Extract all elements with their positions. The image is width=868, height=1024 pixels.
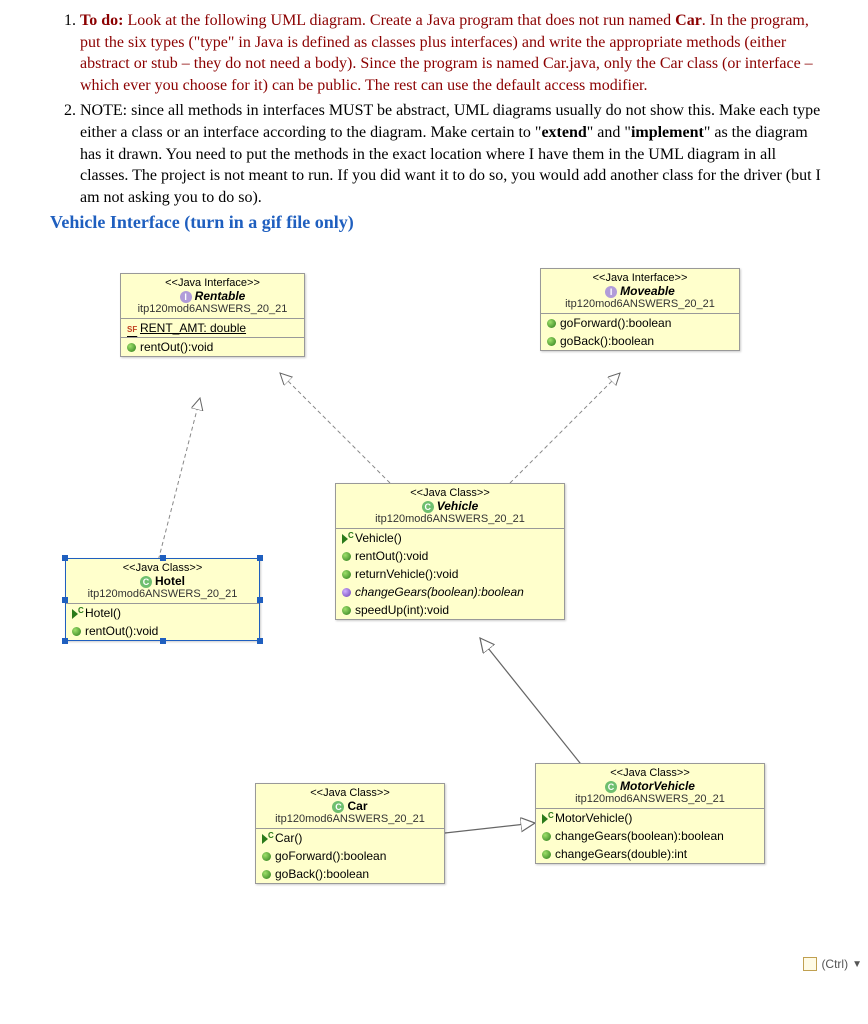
uml-op: goBack():boolean — [256, 865, 444, 883]
uml-op: MotorVehicle() — [536, 809, 764, 827]
uml-op: changeGears(double):int — [536, 845, 764, 863]
class-icon: C — [605, 781, 617, 793]
constructor-icon — [542, 814, 551, 823]
uml-diagram: <<Java Interface>> IRentable itp120mod6A… — [50, 253, 868, 973]
method-icon — [262, 870, 271, 879]
uml-motorvehicle[interactable]: <<Java Class>> CMotorVehicle itp120mod6A… — [535, 763, 765, 864]
interface-icon: I — [605, 286, 617, 298]
todo-label: To do: — [80, 12, 123, 29]
uml-car[interactable]: <<Java Class>> CCar itp120mod6ANSWERS_20… — [255, 783, 445, 884]
uml-moveable[interactable]: <<Java Interface>> IMoveable itp120mod6A… — [540, 268, 740, 351]
uml-op: rentOut():void — [336, 547, 564, 565]
method-icon — [262, 852, 271, 861]
method-icon — [342, 552, 351, 561]
method-icon — [542, 832, 551, 841]
clipboard-icon — [803, 957, 817, 971]
class-icon: C — [332, 801, 344, 813]
uml-op: rentOut():void — [121, 338, 304, 356]
uml-vehicle[interactable]: <<Java Class>> CVehicle itp120mod6ANSWER… — [335, 483, 565, 620]
car-bold: Car — [675, 12, 702, 29]
abstract-method-icon — [342, 588, 351, 597]
uml-op: changeGears(boolean):boolean — [336, 583, 564, 601]
uml-op: goForward():boolean — [541, 314, 739, 332]
section-heading: Vehicle Interface (turn in a gif file on… — [50, 212, 828, 233]
method-icon — [72, 627, 81, 636]
instruction-2: NOTE: since all methods in interfaces MU… — [80, 100, 828, 208]
uml-op: goForward():boolean — [256, 847, 444, 865]
method-icon — [342, 606, 351, 615]
static-field-icon — [127, 324, 136, 333]
method-icon — [547, 337, 556, 346]
uml-op: changeGears(boolean):boolean — [536, 827, 764, 845]
uml-op: goBack():boolean — [541, 332, 739, 350]
uml-hotel[interactable]: <<Java Class>> CHotel itp120mod6ANSWERS_… — [65, 558, 260, 641]
uml-op: Hotel() — [66, 604, 259, 622]
chevron-down-icon: ▼ — [852, 959, 862, 970]
uml-op: returnVehicle():void — [336, 565, 564, 583]
interface-icon: I — [180, 291, 192, 303]
uml-op: Car() — [256, 829, 444, 847]
uml-rentable[interactable]: <<Java Interface>> IRentable itp120mod6A… — [120, 273, 305, 357]
constructor-icon — [262, 834, 271, 843]
method-icon — [342, 570, 351, 579]
uml-attr: RENT_AMT: double — [121, 319, 304, 337]
class-icon: C — [422, 501, 434, 513]
method-icon — [127, 343, 136, 352]
constructor-icon — [342, 534, 351, 543]
instruction-1: To do: Look at the following UML diagram… — [80, 10, 828, 96]
paste-options-button[interactable]: (Ctrl) ▼ — [803, 957, 862, 971]
method-icon — [547, 319, 556, 328]
uml-op: speedUp(int):void — [336, 601, 564, 619]
method-icon — [542, 850, 551, 859]
constructor-icon — [72, 609, 81, 618]
uml-op: Vehicle() — [336, 529, 564, 547]
class-icon: C — [140, 576, 152, 588]
